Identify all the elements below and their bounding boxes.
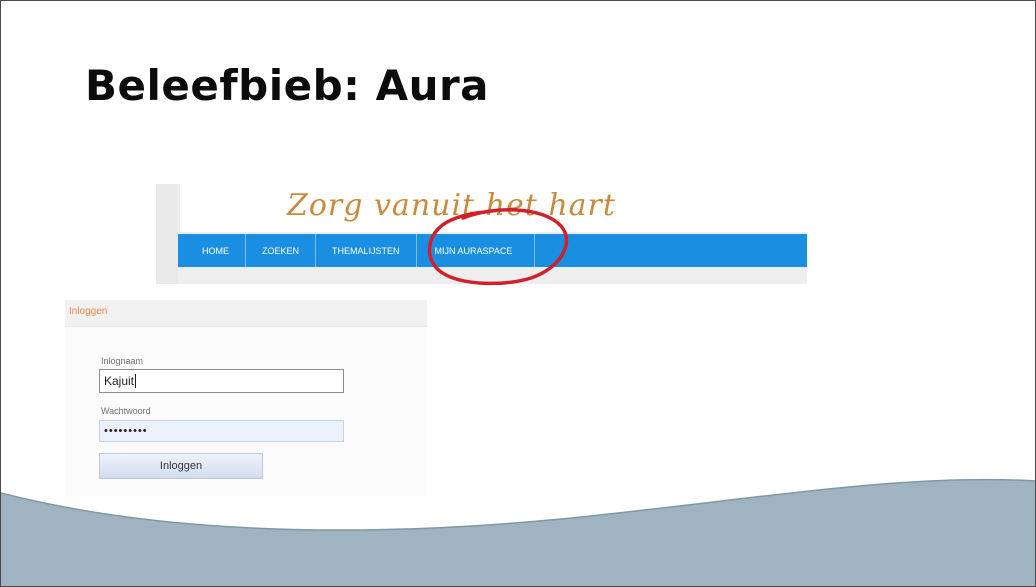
login-panel-screenshot: Inloggen Inlognaam Kajuit Wachtwoord •••… (65, 300, 427, 497)
username-value: Kajuit (104, 374, 135, 388)
nav-item-themalijsten[interactable]: THEMALIJSTEN (316, 234, 417, 267)
main-nav: HOME ZOEKEN THEMALIJSTEN MIJN AURASPACE (178, 234, 807, 267)
login-panel-header: Inloggen (65, 300, 427, 327)
header-bottom-band (178, 267, 807, 284)
site-tagline: Zorg vanuit het hart (287, 188, 616, 223)
site-header-screenshot: Zorg vanuit het hart HOME ZOEKEN THEMALI… (156, 184, 807, 284)
nav-item-zoeken[interactable]: ZOEKEN (246, 234, 317, 267)
login-button[interactable]: Inloggen (99, 453, 263, 479)
password-value: ••••••••• (104, 425, 148, 437)
header-left-strip (156, 184, 178, 284)
username-label: Inlognaam (101, 356, 144, 366)
password-field[interactable]: ••••••••• (99, 420, 344, 442)
login-form: Inlognaam Kajuit Wachtwoord ••••••••• In… (65, 327, 427, 497)
nav-item-mijn-auraspace[interactable]: MIJN AURASPACE (417, 234, 536, 267)
username-field[interactable]: Kajuit (99, 369, 344, 393)
slide: Beleefbieb: Aura Zorg vanuit het hart HO… (0, 0, 1036, 587)
text-caret (135, 374, 137, 388)
slide-title: Beleefbieb: Aura (85, 61, 490, 110)
password-label: Wachtwoord (101, 406, 151, 416)
login-header-label: Inloggen (69, 306, 108, 317)
nav-item-home[interactable]: HOME (178, 234, 246, 267)
